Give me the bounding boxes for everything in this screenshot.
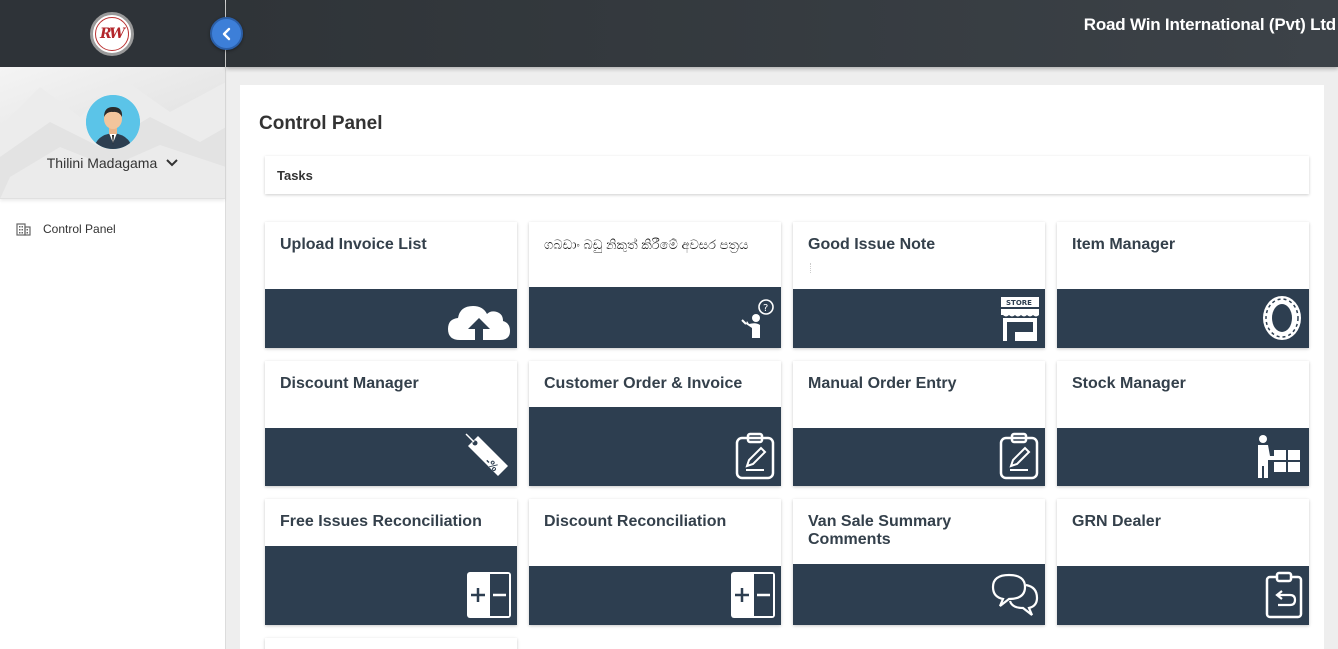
sidebar: RW Thilini Madagama Control Panel <box>0 0 226 649</box>
card-title: Good Issue Note <box>808 236 936 253</box>
card-title: Item Manager <box>1072 236 1176 253</box>
task-card-discount-reconciliation[interactable]: Discount Reconciliation <box>529 499 781 625</box>
card-footer <box>265 546 517 625</box>
chevron-down-icon <box>166 159 178 167</box>
task-card-discount-manager[interactable]: Discount Manager -% <box>265 361 517 486</box>
task-card-item-manager[interactable]: Item Manager <box>1057 222 1309 348</box>
svg-text:STORE: STORE <box>1006 299 1032 307</box>
clipboard-edit-icon <box>735 432 775 480</box>
plus-minus-icon <box>467 572 511 618</box>
task-card-goods-issue-permit[interactable]: ගබඩාං බඩු නිකුත් කිරීමේ අවසර පත්‍රය ? <box>529 222 781 348</box>
card-footer: STORE <box>793 289 1045 348</box>
card-title: Manual Order Entry <box>808 375 957 392</box>
company-logo[interactable]: RW <box>89 11 134 56</box>
user-name: Thilini Madagama <box>46 155 158 171</box>
building-icon <box>16 223 31 236</box>
card-title: Free Issues Reconciliation <box>280 513 482 530</box>
tasks-section-header: Tasks <box>265 156 1309 194</box>
card-footer <box>1057 289 1309 348</box>
card-title: Van Sale Summary Comments <box>808 513 952 548</box>
cloud-upload-icon <box>448 306 510 340</box>
card-footer: ? <box>529 287 781 348</box>
section-title: Tasks <box>277 167 313 183</box>
plus-minus-icon <box>731 572 775 618</box>
card-title: ගබඩාං බඩු නිකුත් කිරීමේ අවසර පත්‍රය <box>544 237 749 252</box>
chat-bubbles-icon <box>991 573 1039 616</box>
task-card-upload-invoice-list[interactable]: Upload Invoice List <box>265 222 517 348</box>
person-boxes-icon <box>1258 435 1300 478</box>
card-title: Upload Invoice List <box>280 236 427 253</box>
card-footer <box>529 566 781 625</box>
main-content: Control Panel Tasks Upload Invoice List … <box>240 85 1324 649</box>
card-title: Discount Reconciliation <box>544 513 727 530</box>
sidebar-brand: RW <box>0 0 225 67</box>
card-title: Customer Order & Invoice <box>544 375 743 392</box>
svg-text:?: ? <box>763 303 768 314</box>
card-footer <box>1057 428 1309 486</box>
card-footer <box>529 407 781 486</box>
task-card-manual-order-entry[interactable]: Manual Order Entry <box>793 361 1045 486</box>
card-footer <box>265 289 517 348</box>
sidebar-collapse-button[interactable] <box>210 17 243 50</box>
task-card-grn-dealer[interactable]: GRN Dealer <box>1057 499 1309 625</box>
clipboard-return-icon <box>1265 571 1303 619</box>
sidebar-nav: Control Panel <box>0 199 225 241</box>
card-footer <box>1057 566 1309 625</box>
person-question-icon: ? <box>741 299 774 338</box>
user-profile-panel: Thilini Madagama <box>0 67 225 199</box>
task-card-free-issues-reconciliation[interactable]: Free Issues Reconciliation <box>265 499 517 625</box>
card-title: Stock Manager <box>1072 375 1186 392</box>
avatar[interactable] <box>86 95 140 149</box>
task-card-van-sale-summary-comments[interactable]: Van Sale Summary Comments <box>793 499 1045 625</box>
card-title: Discount Manager <box>280 375 419 392</box>
card-footer <box>793 564 1045 625</box>
user-menu-toggle[interactable]: Thilini Madagama <box>0 155 225 171</box>
task-card-good-issue-note[interactable]: Good Issue Note STORE <box>793 222 1045 348</box>
discount-tag-icon: -% <box>465 433 508 476</box>
card-title: GRN Dealer <box>1072 513 1161 530</box>
card-footer <box>793 428 1045 486</box>
sidebar-item-control-panel[interactable]: Control Panel <box>0 217 225 241</box>
sidebar-item-label: Control Panel <box>43 222 116 236</box>
card-divider <box>810 263 812 273</box>
top-header: Road Win International (Pvt) Ltd <box>226 0 1338 67</box>
clipboard-edit-icon <box>999 432 1039 480</box>
task-card-customer-order-invoice[interactable]: Customer Order & Invoice <box>529 361 781 486</box>
store-icon: STORE <box>1001 297 1039 341</box>
chevron-left-icon <box>222 27 230 40</box>
task-card-partial[interactable] <box>265 638 517 649</box>
tire-icon <box>1263 296 1301 340</box>
task-card-stock-manager[interactable]: Stock Manager <box>1057 361 1309 486</box>
company-name: Road Win International (Pvt) Ltd <box>1083 15 1336 34</box>
page-title: Control Panel <box>259 113 383 134</box>
card-footer: -% <box>265 428 517 486</box>
